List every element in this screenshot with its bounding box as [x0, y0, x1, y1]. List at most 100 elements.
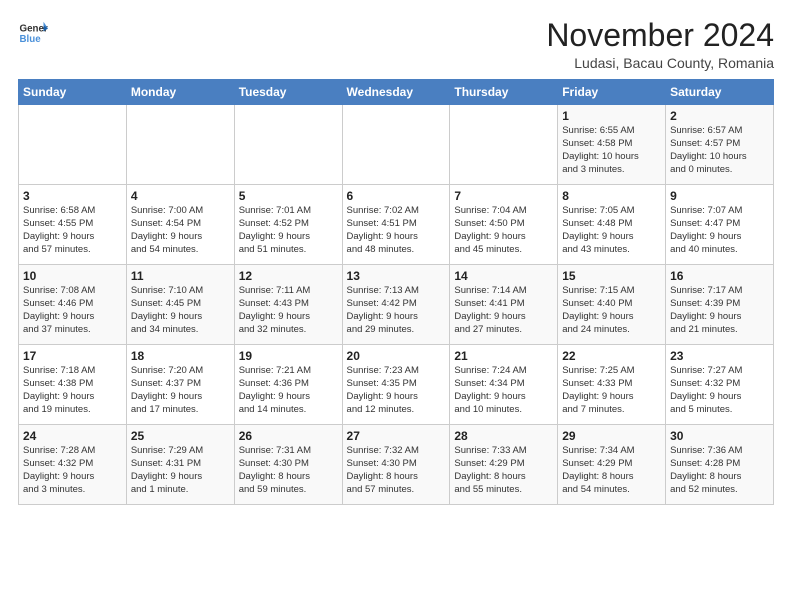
day-info: Sunrise: 7:32 AM Sunset: 4:30 PM Dayligh…	[347, 445, 446, 496]
day-info: Sunrise: 7:07 AM Sunset: 4:47 PM Dayligh…	[670, 205, 769, 256]
day-info: Sunrise: 6:58 AM Sunset: 4:55 PM Dayligh…	[23, 205, 122, 256]
col-thursday: Thursday	[450, 80, 558, 105]
day-info: Sunrise: 6:55 AM Sunset: 4:58 PM Dayligh…	[562, 125, 661, 176]
calendar-cell: 29 Sunrise: 7:34 AM Sunset: 4:29 PM Dayli…	[558, 425, 666, 505]
calendar-cell	[19, 105, 127, 185]
day-info: Sunrise: 7:02 AM Sunset: 4:51 PM Dayligh…	[347, 205, 446, 256]
day-info: Sunrise: 7:29 AM Sunset: 4:31 PM Dayligh…	[131, 445, 230, 496]
col-friday: Friday	[558, 80, 666, 105]
day-number: 22	[562, 349, 661, 363]
calendar-cell: 24 Sunrise: 7:28 AM Sunset: 4:32 PM Dayli…	[19, 425, 127, 505]
calendar-cell: 10 Sunrise: 7:08 AM Sunset: 4:46 PM Dayli…	[19, 265, 127, 345]
header: General Blue November 2024 Ludasi, Bacau…	[18, 18, 774, 71]
calendar-cell: 9 Sunrise: 7:07 AM Sunset: 4:47 PM Daylig…	[666, 185, 774, 265]
day-number: 5	[239, 189, 338, 203]
logo: General Blue	[18, 18, 48, 48]
calendar-week-row: 10 Sunrise: 7:08 AM Sunset: 4:46 PM Dayli…	[19, 265, 774, 345]
day-info: Sunrise: 7:08 AM Sunset: 4:46 PM Dayligh…	[23, 285, 122, 336]
day-number: 20	[347, 349, 446, 363]
col-tuesday: Tuesday	[234, 80, 342, 105]
day-info: Sunrise: 7:36 AM Sunset: 4:28 PM Dayligh…	[670, 445, 769, 496]
day-number: 11	[131, 269, 230, 283]
calendar-table: Sunday Monday Tuesday Wednesday Thursday…	[18, 79, 774, 505]
day-number: 26	[239, 429, 338, 443]
day-info: Sunrise: 7:33 AM Sunset: 4:29 PM Dayligh…	[454, 445, 553, 496]
main-container: General Blue November 2024 Ludasi, Bacau…	[0, 0, 792, 515]
calendar-cell: 2 Sunrise: 6:57 AM Sunset: 4:57 PM Daylig…	[666, 105, 774, 185]
day-number: 29	[562, 429, 661, 443]
day-info: Sunrise: 7:21 AM Sunset: 4:36 PM Dayligh…	[239, 365, 338, 416]
calendar-cell: 15Sunrise: 7:15 AM Sunset: 4:40 PM Dayli…	[558, 265, 666, 345]
calendar-cell: 5 Sunrise: 7:01 AM Sunset: 4:52 PM Daylig…	[234, 185, 342, 265]
calendar-cell: 19Sunrise: 7:21 AM Sunset: 4:36 PM Dayli…	[234, 345, 342, 425]
day-number: 8	[562, 189, 661, 203]
day-number: 4	[131, 189, 230, 203]
calendar-cell: 1 Sunrise: 6:55 AM Sunset: 4:58 PM Daylig…	[558, 105, 666, 185]
day-info: Sunrise: 7:04 AM Sunset: 4:50 PM Dayligh…	[454, 205, 553, 256]
calendar-cell: 12Sunrise: 7:11 AM Sunset: 4:43 PM Dayli…	[234, 265, 342, 345]
calendar-cell	[126, 105, 234, 185]
day-info: Sunrise: 7:01 AM Sunset: 4:52 PM Dayligh…	[239, 205, 338, 256]
calendar-week-row: 24 Sunrise: 7:28 AM Sunset: 4:32 PM Dayli…	[19, 425, 774, 505]
calendar-week-row: 1 Sunrise: 6:55 AM Sunset: 4:58 PM Daylig…	[19, 105, 774, 185]
day-number: 1	[562, 109, 661, 123]
day-info: Sunrise: 7:20 AM Sunset: 4:37 PM Dayligh…	[131, 365, 230, 416]
day-number: 24	[23, 429, 122, 443]
calendar-week-row: 17 Sunrise: 7:18 AM Sunset: 4:38 PM Dayli…	[19, 345, 774, 425]
calendar-cell	[234, 105, 342, 185]
calendar-cell: 25 Sunrise: 7:29 AM Sunset: 4:31 PM Dayli…	[126, 425, 234, 505]
day-info: Sunrise: 7:27 AM Sunset: 4:32 PM Dayligh…	[670, 365, 769, 416]
day-number: 18	[131, 349, 230, 363]
calendar-cell: 16Sunrise: 7:17 AM Sunset: 4:39 PM Dayli…	[666, 265, 774, 345]
calendar-cell: 7 Sunrise: 7:04 AM Sunset: 4:50 PM Daylig…	[450, 185, 558, 265]
day-info: Sunrise: 7:00 AM Sunset: 4:54 PM Dayligh…	[131, 205, 230, 256]
day-info: Sunrise: 7:18 AM Sunset: 4:38 PM Dayligh…	[23, 365, 122, 416]
day-info: Sunrise: 7:25 AM Sunset: 4:33 PM Dayligh…	[562, 365, 661, 416]
day-info: Sunrise: 7:11 AM Sunset: 4:43 PM Dayligh…	[239, 285, 338, 336]
calendar-cell	[342, 105, 450, 185]
calendar-cell: 6 Sunrise: 7:02 AM Sunset: 4:51 PM Daylig…	[342, 185, 450, 265]
calendar-cell: 21 Sunrise: 7:24 AM Sunset: 4:34 PM Dayli…	[450, 345, 558, 425]
calendar-week-row: 3 Sunrise: 6:58 AM Sunset: 4:55 PM Daylig…	[19, 185, 774, 265]
day-number: 23	[670, 349, 769, 363]
day-info: Sunrise: 7:14 AM Sunset: 4:41 PM Dayligh…	[454, 285, 553, 336]
day-number: 25	[131, 429, 230, 443]
day-number: 6	[347, 189, 446, 203]
calendar-cell: 11Sunrise: 7:10 AM Sunset: 4:45 PM Dayli…	[126, 265, 234, 345]
location-title: Ludasi, Bacau County, Romania	[546, 55, 774, 71]
col-wednesday: Wednesday	[342, 80, 450, 105]
day-number: 17	[23, 349, 122, 363]
day-number: 30	[670, 429, 769, 443]
calendar-cell: 4 Sunrise: 7:00 AM Sunset: 4:54 PM Daylig…	[126, 185, 234, 265]
day-number: 16	[670, 269, 769, 283]
day-number: 3	[23, 189, 122, 203]
day-number: 10	[23, 269, 122, 283]
col-saturday: Saturday	[666, 80, 774, 105]
day-number: 21	[454, 349, 553, 363]
col-sunday: Sunday	[19, 80, 127, 105]
calendar-cell: 22 Sunrise: 7:25 AM Sunset: 4:33 PM Dayli…	[558, 345, 666, 425]
day-info: Sunrise: 7:28 AM Sunset: 4:32 PM Dayligh…	[23, 445, 122, 496]
calendar-cell	[450, 105, 558, 185]
calendar-cell: 18 Sunrise: 7:20 AM Sunset: 4:37 PM Dayli…	[126, 345, 234, 425]
day-info: Sunrise: 6:57 AM Sunset: 4:57 PM Dayligh…	[670, 125, 769, 176]
day-info: Sunrise: 7:34 AM Sunset: 4:29 PM Dayligh…	[562, 445, 661, 496]
calendar-cell: 26 Sunrise: 7:31 AM Sunset: 4:30 PM Dayli…	[234, 425, 342, 505]
calendar-cell: 13Sunrise: 7:13 AM Sunset: 4:42 PM Dayli…	[342, 265, 450, 345]
calendar-cell: 14 Sunrise: 7:14 AM Sunset: 4:41 PM Dayli…	[450, 265, 558, 345]
day-number: 9	[670, 189, 769, 203]
day-info: Sunrise: 7:31 AM Sunset: 4:30 PM Dayligh…	[239, 445, 338, 496]
svg-text:Blue: Blue	[20, 34, 42, 45]
day-info: Sunrise: 7:24 AM Sunset: 4:34 PM Dayligh…	[454, 365, 553, 416]
calendar-cell: 23 Sunrise: 7:27 AM Sunset: 4:32 PM Dayli…	[666, 345, 774, 425]
day-number: 27	[347, 429, 446, 443]
weekday-header-row: Sunday Monday Tuesday Wednesday Thursday…	[19, 80, 774, 105]
col-monday: Monday	[126, 80, 234, 105]
day-number: 14	[454, 269, 553, 283]
day-number: 2	[670, 109, 769, 123]
title-block: November 2024 Ludasi, Bacau County, Roma…	[546, 18, 774, 71]
day-number: 7	[454, 189, 553, 203]
logo-icon: General Blue	[18, 18, 48, 48]
calendar-cell: 17 Sunrise: 7:18 AM Sunset: 4:38 PM Dayli…	[19, 345, 127, 425]
calendar-cell: 28Sunrise: 7:33 AM Sunset: 4:29 PM Dayli…	[450, 425, 558, 505]
